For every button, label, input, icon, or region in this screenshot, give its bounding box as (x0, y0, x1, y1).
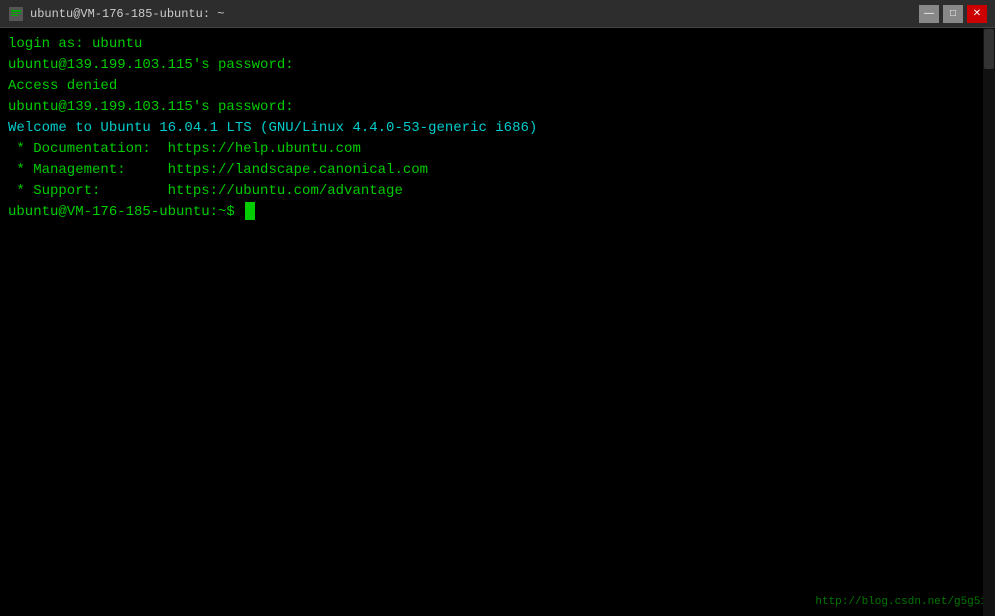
terminal-line: ubuntu@139.199.103.115's password: (8, 97, 987, 118)
terminal-line: ubuntu@139.199.103.115's password: (8, 55, 987, 76)
watermark: http://blog.csdn.net/g5g51 (815, 596, 987, 608)
scrollbar-thumb[interactable] (984, 29, 994, 69)
terminal-line: login as: ubuntu (8, 34, 987, 55)
terminal-cursor (245, 202, 255, 220)
title-bar: ubuntu@VM-176-185-ubuntu: ~ — □ ✕ (0, 0, 995, 28)
terminal-line: * Documentation: https://help.ubuntu.com (8, 139, 987, 160)
terminal-line: * Management: https://landscape.canonica… (8, 160, 987, 181)
terminal-line: Welcome to Ubuntu 16.04.1 LTS (GNU/Linux… (8, 118, 987, 139)
scrollbar[interactable] (983, 28, 995, 616)
minimize-button[interactable]: — (919, 5, 939, 23)
window-title: ubuntu@VM-176-185-ubuntu: ~ (30, 7, 919, 21)
terminal-line: ubuntu@VM-176-185-ubuntu:~$ (8, 202, 987, 223)
terminal-output: login as: ubuntuubuntu@139.199.103.115's… (8, 34, 987, 223)
terminal-body[interactable]: login as: ubuntuubuntu@139.199.103.115's… (0, 28, 995, 616)
terminal-line: * Support: https://ubuntu.com/advantage (8, 181, 987, 202)
terminal-line: Access denied (8, 76, 987, 97)
window-controls: — □ ✕ (919, 5, 987, 23)
maximize-button[interactable]: □ (943, 5, 963, 23)
window-icon (8, 6, 24, 22)
close-button[interactable]: ✕ (967, 5, 987, 23)
